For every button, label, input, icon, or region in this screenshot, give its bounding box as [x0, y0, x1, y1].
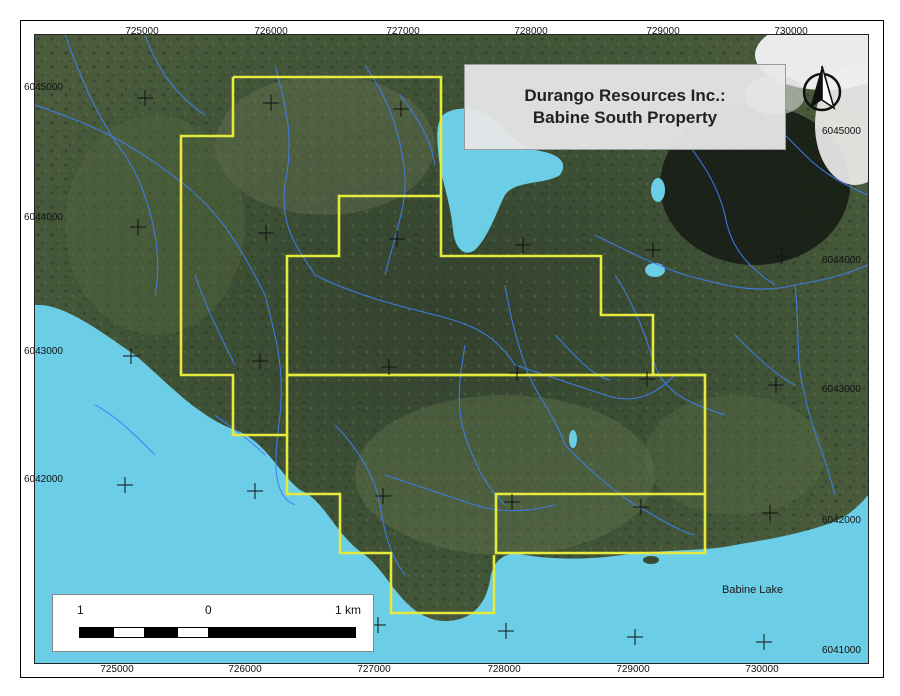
- scale-bar: 1 0 1 km: [52, 594, 374, 652]
- north-arrow-icon: [802, 65, 842, 112]
- northing-tick-left: 6044000: [24, 212, 63, 223]
- easting-tick-top: 727000: [386, 26, 420, 37]
- small-lake: [651, 178, 665, 202]
- easting-tick-top: 728000: [514, 26, 548, 37]
- scale-label-left: 1: [77, 603, 84, 617]
- small-lake: [569, 430, 577, 448]
- scale-label-right: 1 km: [335, 603, 362, 617]
- babine-lake-label: Babine Lake: [722, 584, 784, 596]
- map-title-box: Durango Resources Inc.: Babine South Pro…: [464, 64, 786, 150]
- scale-segment: [144, 628, 178, 637]
- easting-tick-bottom: 725000: [100, 664, 134, 675]
- northing-tick-right: 6044000: [822, 255, 861, 266]
- scale-segment: [80, 628, 114, 637]
- clearcut-patch: [645, 395, 825, 515]
- northing-tick-right: 6042000: [822, 515, 861, 526]
- easting-tick-top: 730000: [774, 26, 808, 37]
- northing-tick-left: 6045000: [24, 82, 63, 93]
- small-lake: [645, 263, 665, 277]
- small-island: [643, 556, 659, 564]
- easting-tick-bottom: 727000: [357, 664, 391, 675]
- northing-tick-right: 6041000: [822, 645, 861, 656]
- easting-tick-top: 726000: [254, 26, 288, 37]
- clearcut-patch: [65, 115, 245, 335]
- scale-segment: [208, 628, 355, 637]
- easting-tick-top: 729000: [646, 26, 680, 37]
- northing-tick-right: 6043000: [822, 384, 861, 395]
- easting-tick-bottom: 729000: [616, 664, 650, 675]
- easting-tick-bottom: 730000: [745, 664, 779, 675]
- northing-tick-left: 6043000: [24, 346, 63, 357]
- clearcut-patch: [215, 75, 435, 215]
- northing-tick-right: 6045000: [822, 126, 861, 137]
- easting-tick-bottom: 728000: [487, 664, 521, 675]
- clearcut-patch: [355, 395, 655, 555]
- scale-bar-track: [79, 627, 356, 638]
- scale-label-mid: 0: [205, 603, 212, 617]
- map-title-line2: Babine South Property: [532, 108, 718, 127]
- map-title-line1: Durango Resources Inc.:: [524, 86, 726, 105]
- northing-tick-left: 6042000: [24, 474, 63, 485]
- easting-tick-top: 725000: [125, 26, 159, 37]
- easting-tick-bottom: 726000: [228, 664, 262, 675]
